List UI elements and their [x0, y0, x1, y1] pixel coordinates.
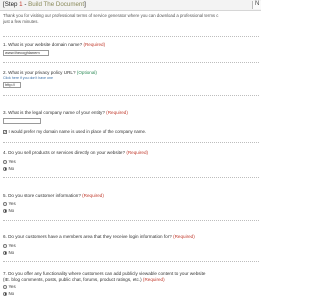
radio-no[interactable]: [3, 208, 7, 213]
divider: [3, 261, 259, 262]
sell-products-no[interactable]: No: [3, 166, 14, 171]
radio-yes[interactable]: [3, 201, 7, 206]
divider: [3, 220, 259, 221]
question-4-label: 4. Do you sell products or services dire…: [3, 150, 149, 155]
radio-yes[interactable]: [3, 284, 7, 289]
required-tag: (Required): [82, 193, 104, 198]
question-7-label-line-1: 7. Do you offer any functionality where …: [3, 271, 206, 276]
use-domain-checkbox[interactable]: ✓: [3, 129, 7, 134]
question-3-label: 3. What is the legal company name of you…: [3, 110, 128, 115]
step-prefix: [Step: [3, 1, 20, 8]
store-info-no[interactable]: No: [3, 208, 14, 213]
divider: [3, 177, 259, 178]
step-name: Build The Document: [28, 1, 85, 8]
question-5-label: 5. Do you store customer information? (R…: [3, 193, 104, 198]
members-area-yes[interactable]: Yes: [3, 243, 16, 248]
divider: [3, 142, 259, 143]
radio-no[interactable]: [3, 250, 7, 255]
question-7-label-line-2: (IE. blog comments, posts, public chat, …: [3, 277, 165, 282]
user-content-yes[interactable]: Yes: [3, 284, 16, 289]
divider: [3, 95, 259, 96]
required-tag: (Required): [142, 277, 165, 282]
members-area-no[interactable]: No: [3, 250, 14, 255]
divider: [3, 36, 259, 37]
step-suffix: ]: [84, 1, 86, 8]
question-2-label: 2. What is your privacy policy URL? (Opt…: [3, 70, 97, 75]
radio-yes[interactable]: [3, 243, 7, 248]
use-domain-checkbox-label: I would prefer my domain name is used in…: [8, 129, 147, 134]
required-tag: (Required): [83, 42, 106, 47]
store-info-yes[interactable]: Yes: [3, 201, 16, 206]
page-header: [Step 1 - Build The Document] N: [0, 0, 261, 11]
intro-line-2: just a few minutes.: [3, 18, 39, 24]
required-tag: (Required): [106, 110, 128, 115]
next-step-tab[interactable]: N: [252, 1, 261, 9]
radio-yes[interactable]: [3, 159, 7, 164]
optional-tag: (Optional): [76, 70, 97, 75]
company-name-input[interactable]: [3, 118, 41, 124]
required-tag: (Required): [126, 150, 149, 155]
privacy-policy-url-input[interactable]: http://: [3, 82, 21, 88]
radio-no[interactable]: [3, 166, 7, 171]
radio-no[interactable]: [3, 291, 7, 296]
intro-text: Thank you for visiting our professional …: [3, 13, 259, 24]
question-1-label: 1. What is your website domain name? (Re…: [3, 42, 106, 47]
user-content-no[interactable]: No: [3, 291, 14, 296]
divider: [3, 62, 259, 63]
required-tag: (Required): [173, 234, 195, 239]
domain-name-input[interactable]: www.thecoghlanem: [3, 50, 49, 56]
step-title: [Step 1 - Build The Document]: [3, 1, 86, 8]
sell-products-yes[interactable]: Yes: [3, 159, 16, 164]
use-domain-checkbox-row[interactable]: ✓ I would prefer my domain name is used …: [3, 129, 146, 134]
question-6-label: 6. Do your customers have a members area…: [3, 234, 195, 239]
privacy-policy-help-link[interactable]: Click here if you don't have one: [3, 76, 53, 80]
